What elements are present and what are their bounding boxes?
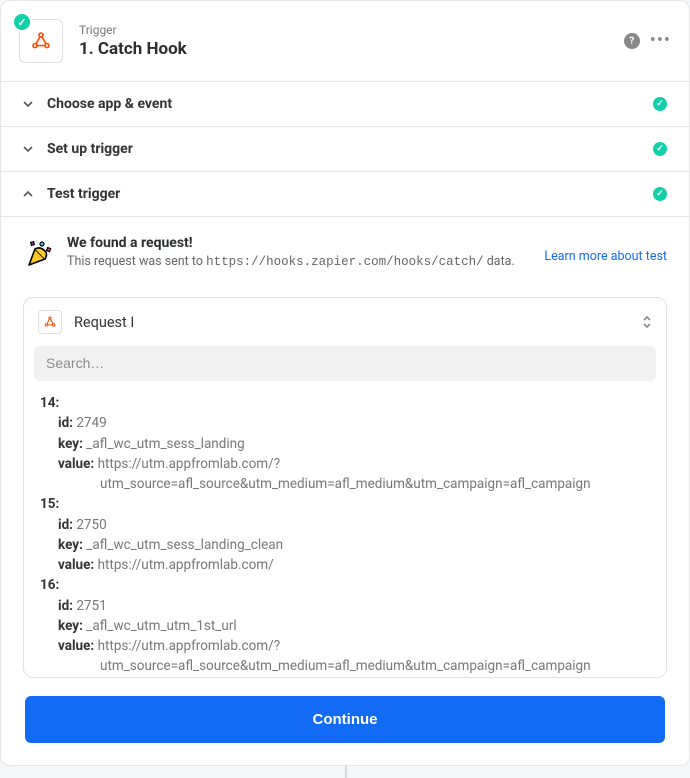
section-label: Set up trigger (47, 141, 133, 157)
chevron-down-icon (23, 99, 35, 109)
card-header: ✓ Trigger 1. Catch Hook ? ••• (1, 1, 689, 81)
found-sub-prefix: This request was sent to (67, 254, 206, 269)
webhook-icon-small (38, 310, 62, 334)
found-sub-url: https://hooks.zapier.com/hooks/catch/ (206, 255, 484, 269)
record-key: key: _afl_wc_utm_sess_landing_clean (38, 535, 652, 555)
found-request-row: We found a request! This request was sen… (23, 235, 667, 273)
record-value-cont: utm_source=afl_source&utm_medium=afl_med… (38, 474, 652, 494)
status-complete-icon: ✓ (653, 97, 667, 111)
record-index: 15: (38, 494, 652, 514)
header-actions: ? ••• (624, 32, 671, 50)
record-key: key: _afl_wc_utm_utm_1st_url (38, 616, 652, 636)
chevron-down-icon (23, 144, 35, 154)
app-icon: ✓ (19, 19, 63, 63)
learn-more-link[interactable]: Learn more about test (544, 249, 667, 264)
sort-icon (642, 315, 652, 329)
found-text: We found a request! This request was sen… (67, 235, 544, 269)
test-trigger-body: We found a request! This request was sen… (1, 216, 689, 765)
status-complete-icon: ✓ (653, 187, 667, 201)
search-row (34, 346, 656, 381)
section-label: Choose app & event (47, 96, 172, 112)
chevron-up-icon (23, 189, 35, 199)
section-choose-app[interactable]: Choose app & event ✓ (1, 81, 689, 126)
section-label: Test trigger (47, 186, 120, 202)
success-badge-icon: ✓ (12, 12, 32, 32)
more-menu-icon[interactable]: ••• (650, 32, 671, 50)
help-icon[interactable]: ? (624, 33, 640, 49)
record-value-cont: utm_source=afl_source&utm_medium=afl_med… (38, 656, 652, 676)
record-id: id: 2749 (38, 413, 652, 433)
section-test-trigger[interactable]: Test trigger ✓ (1, 171, 689, 216)
continue-button[interactable]: Continue (25, 696, 665, 743)
record-value: value: https://utm.appfromlab.com/ (38, 555, 652, 575)
search-input[interactable] (46, 355, 644, 371)
record-id: id: 2751 (38, 596, 652, 616)
header-titles: Trigger 1. Catch Hook (79, 23, 187, 59)
record-index: 17: (38, 677, 652, 678)
found-sub: This request was sent to https://hooks.z… (67, 254, 544, 269)
request-selector[interactable]: Request I (24, 298, 666, 346)
trigger-step-card: ✓ Trigger 1. Catch Hook ? ••• (0, 0, 690, 766)
request-result-box: Request I 14: id: 2749 key: _afl_wc_utm_… (23, 297, 667, 678)
record-value: value: https://utm.appfromlab.com/? (38, 636, 652, 656)
data-list: 14: id: 2749 key: _afl_wc_utm_sess_landi… (24, 381, 666, 677)
found-title: We found a request! (67, 235, 544, 251)
header-title: 1. Catch Hook (79, 39, 187, 59)
status-complete-icon: ✓ (653, 142, 667, 156)
request-name: Request I (74, 314, 134, 331)
webhook-icon (30, 30, 52, 52)
section-setup-trigger[interactable]: Set up trigger ✓ (1, 126, 689, 171)
record-key: key: _afl_wc_utm_sess_landing (38, 434, 652, 454)
record-id: id: 2750 (38, 515, 652, 535)
record-index: 16: (38, 575, 652, 595)
party-popper-icon (23, 237, 55, 273)
flow-connector (0, 766, 690, 778)
header-kicker: Trigger (79, 23, 187, 37)
record-index: 14: (38, 393, 652, 413)
found-sub-suffix: data. (487, 254, 515, 269)
record-value: value: https://utm.appfromlab.com/? (38, 454, 652, 474)
